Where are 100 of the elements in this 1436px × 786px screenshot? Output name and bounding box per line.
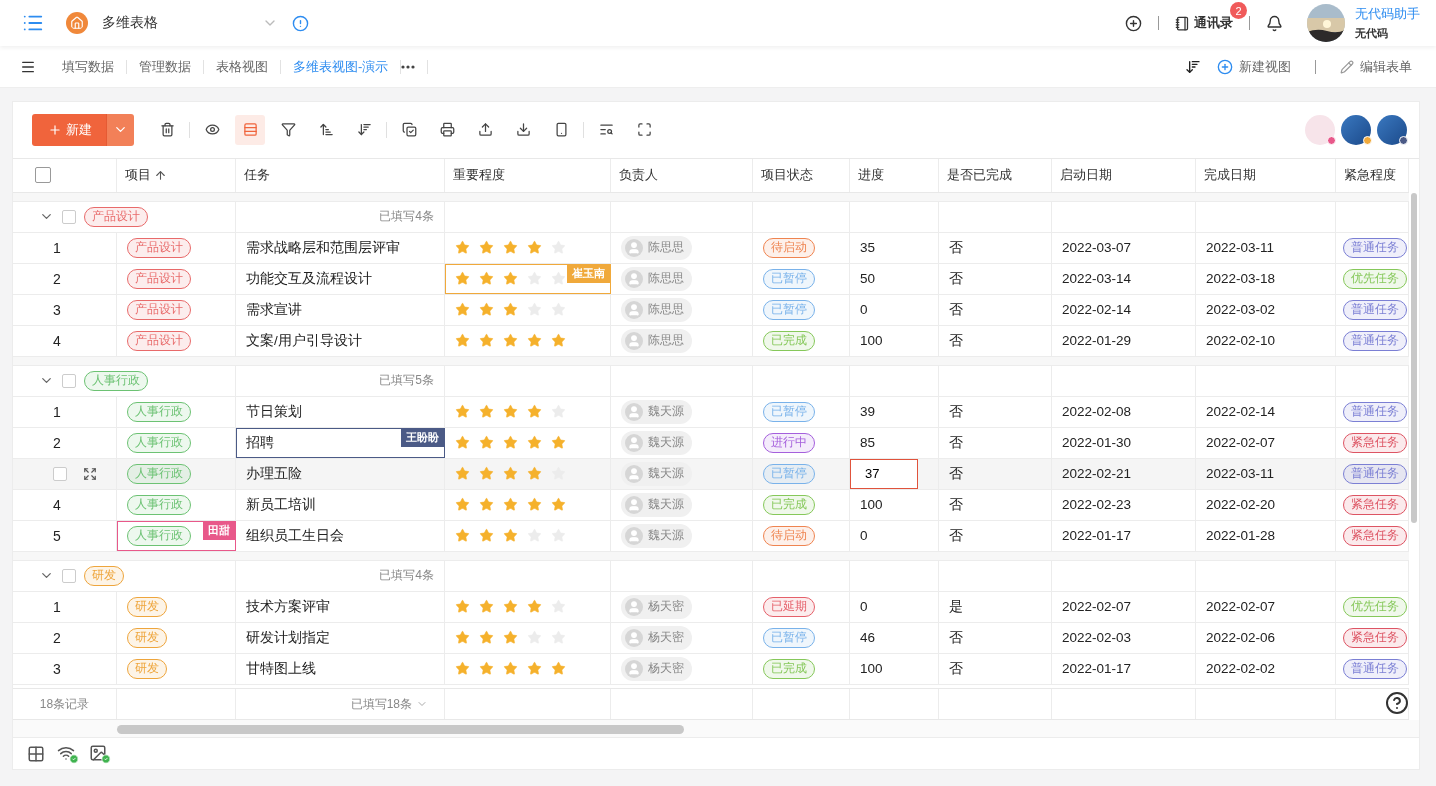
- project-tag: 产品设计: [127, 268, 191, 289]
- upload-icon: [477, 122, 493, 138]
- filled-count-dropdown[interactable]: 已填写18条: [344, 694, 434, 714]
- avatar[interactable]: [1307, 4, 1345, 42]
- group-checkbox[interactable]: [62, 373, 76, 388]
- row-number: 2: [53, 270, 61, 287]
- column-header[interactable]: 负责人: [619, 166, 658, 185]
- star-rating[interactable]: [455, 599, 566, 615]
- column-header[interactable]: 任务: [244, 166, 270, 185]
- star-icon: [479, 661, 494, 677]
- end-date: 2022-03-02: [1206, 302, 1276, 318]
- owner-chip: 陈思思: [621, 328, 692, 353]
- column-header[interactable]: 是否已完成: [947, 166, 1012, 185]
- star-rating[interactable]: [455, 661, 566, 677]
- progress-value: 0: [860, 599, 868, 615]
- select-all-checkbox[interactable]: [35, 167, 51, 184]
- owner-chip: 杨天密: [621, 656, 692, 681]
- star-rating[interactable]: [455, 466, 566, 482]
- urgency-tag: 普通任务: [1343, 658, 1407, 679]
- status-tag: 待启动: [763, 525, 815, 546]
- star-rating[interactable]: [455, 404, 566, 420]
- star-rating[interactable]: [455, 333, 566, 349]
- star-rating[interactable]: [455, 240, 566, 256]
- new-view-button[interactable]: 新建视图: [1209, 57, 1299, 76]
- progress-value: 0: [860, 302, 868, 318]
- grid-icon[interactable]: [27, 744, 45, 763]
- star-icon: [479, 599, 494, 615]
- owner-chip: 魏天源: [621, 492, 692, 517]
- urgency-tag: 紧急任务: [1343, 525, 1407, 546]
- sort-arrow-icon[interactable]: [154, 168, 167, 182]
- project-tag: 研发: [127, 658, 167, 679]
- info-icon[interactable]: [292, 14, 309, 32]
- task-text: 甘特图上线: [246, 659, 316, 678]
- sort-icon[interactable]: [1185, 58, 1201, 75]
- edit-form-button[interactable]: 编辑表单: [1332, 57, 1420, 76]
- row-checkbox[interactable]: [53, 466, 67, 481]
- star-icon: [455, 466, 470, 482]
- star-icon: [503, 466, 518, 482]
- bell-icon[interactable]: [1266, 14, 1283, 32]
- star-rating[interactable]: [455, 528, 566, 544]
- column-header[interactable]: 项目: [125, 166, 151, 185]
- progress-value: 100: [860, 497, 883, 513]
- user-icon: [625, 597, 643, 616]
- trash-icon: [159, 122, 175, 138]
- task-text: 组织员工生日会: [246, 526, 344, 545]
- star-icon: [527, 466, 542, 482]
- view-tab[interactable]: 管理数据: [127, 57, 203, 76]
- user-avatar[interactable]: [1341, 114, 1371, 145]
- user-avatar[interactable]: [1377, 114, 1407, 145]
- column-header[interactable]: 重要程度: [453, 166, 505, 185]
- column-header[interactable]: 紧急程度: [1344, 166, 1396, 185]
- row-number: 5: [53, 527, 61, 544]
- star-icon: [455, 302, 470, 318]
- row-height-button[interactable]: [235, 114, 265, 145]
- done-value: 否: [949, 331, 963, 350]
- done-value: 否: [949, 433, 963, 452]
- view-tab[interactable]: 填写数据: [50, 57, 126, 76]
- urgency-tag: 普通任务: [1343, 401, 1407, 422]
- more-icon[interactable]: [401, 64, 416, 69]
- help-icon[interactable]: [1385, 691, 1409, 715]
- user-avatar[interactable]: [1305, 114, 1335, 145]
- star-icon: [479, 271, 494, 287]
- status-tag: 已暂停: [763, 463, 815, 484]
- column-header[interactable]: 进度: [858, 166, 884, 185]
- image-icon[interactable]: [89, 743, 107, 762]
- contacts-link[interactable]: 通讯录: [1194, 14, 1233, 32]
- expand-row-icon[interactable]: [83, 466, 97, 481]
- add-icon[interactable]: [1125, 14, 1142, 32]
- star-rating[interactable]: [455, 435, 566, 451]
- progress-input[interactable]: 37: [850, 458, 918, 489]
- end-date: 2022-02-02: [1206, 661, 1276, 677]
- user-name[interactable]: 无代码助手: [1355, 5, 1420, 23]
- star-rating[interactable]: [455, 497, 566, 513]
- urgency-tag: 紧急任务: [1343, 627, 1407, 648]
- star-icon: [503, 528, 518, 544]
- column-header[interactable]: 启动日期: [1060, 166, 1112, 185]
- group-checkbox[interactable]: [62, 568, 76, 583]
- star-rating[interactable]: [455, 302, 566, 318]
- column-header[interactable]: 项目状态: [761, 166, 813, 185]
- project-tag: 产品设计: [127, 299, 191, 320]
- project-tag: 人事行政: [127, 494, 191, 515]
- progress-value: 35: [860, 240, 876, 256]
- vertical-scrollbar[interactable]: [1411, 192, 1417, 523]
- star-rating[interactable]: [455, 271, 566, 287]
- column-header[interactable]: 完成日期: [1204, 166, 1256, 185]
- status-tag: 已暂停: [763, 299, 815, 320]
- dropdown-button[interactable]: [106, 113, 134, 146]
- notebook-icon[interactable]: [1175, 15, 1190, 31]
- home-icon[interactable]: [66, 12, 88, 34]
- progress-value: 50: [860, 271, 876, 287]
- view-tab[interactable]: 多维表视图-演示: [281, 57, 401, 76]
- done-value: 否: [949, 495, 963, 514]
- progress-value: 100: [860, 333, 883, 349]
- view-tab[interactable]: 表格视图: [204, 57, 280, 76]
- group-checkbox[interactable]: [62, 209, 76, 224]
- task-text: 招聘: [246, 433, 274, 452]
- owner-chip: 魏天源: [621, 461, 692, 486]
- star-icon: [551, 661, 566, 677]
- horizontal-scrollbar[interactable]: [117, 725, 684, 735]
- star-rating[interactable]: [455, 630, 566, 646]
